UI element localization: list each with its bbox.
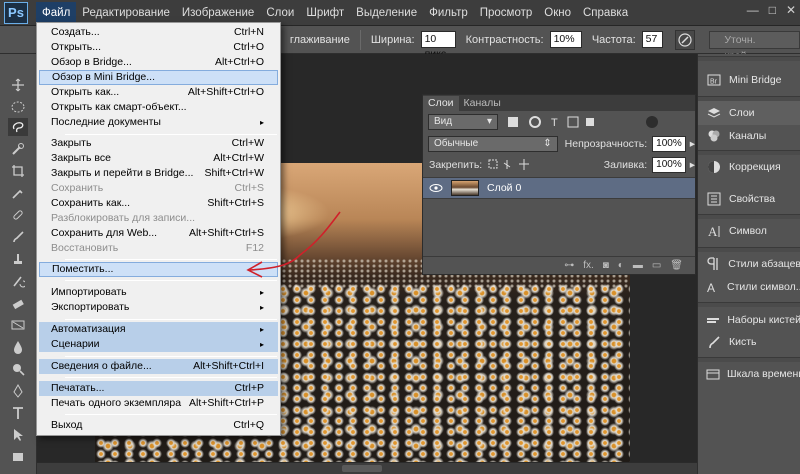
annotation-arrow — [246, 211, 341, 278]
annotation-arrow-line — [249, 211, 341, 271]
